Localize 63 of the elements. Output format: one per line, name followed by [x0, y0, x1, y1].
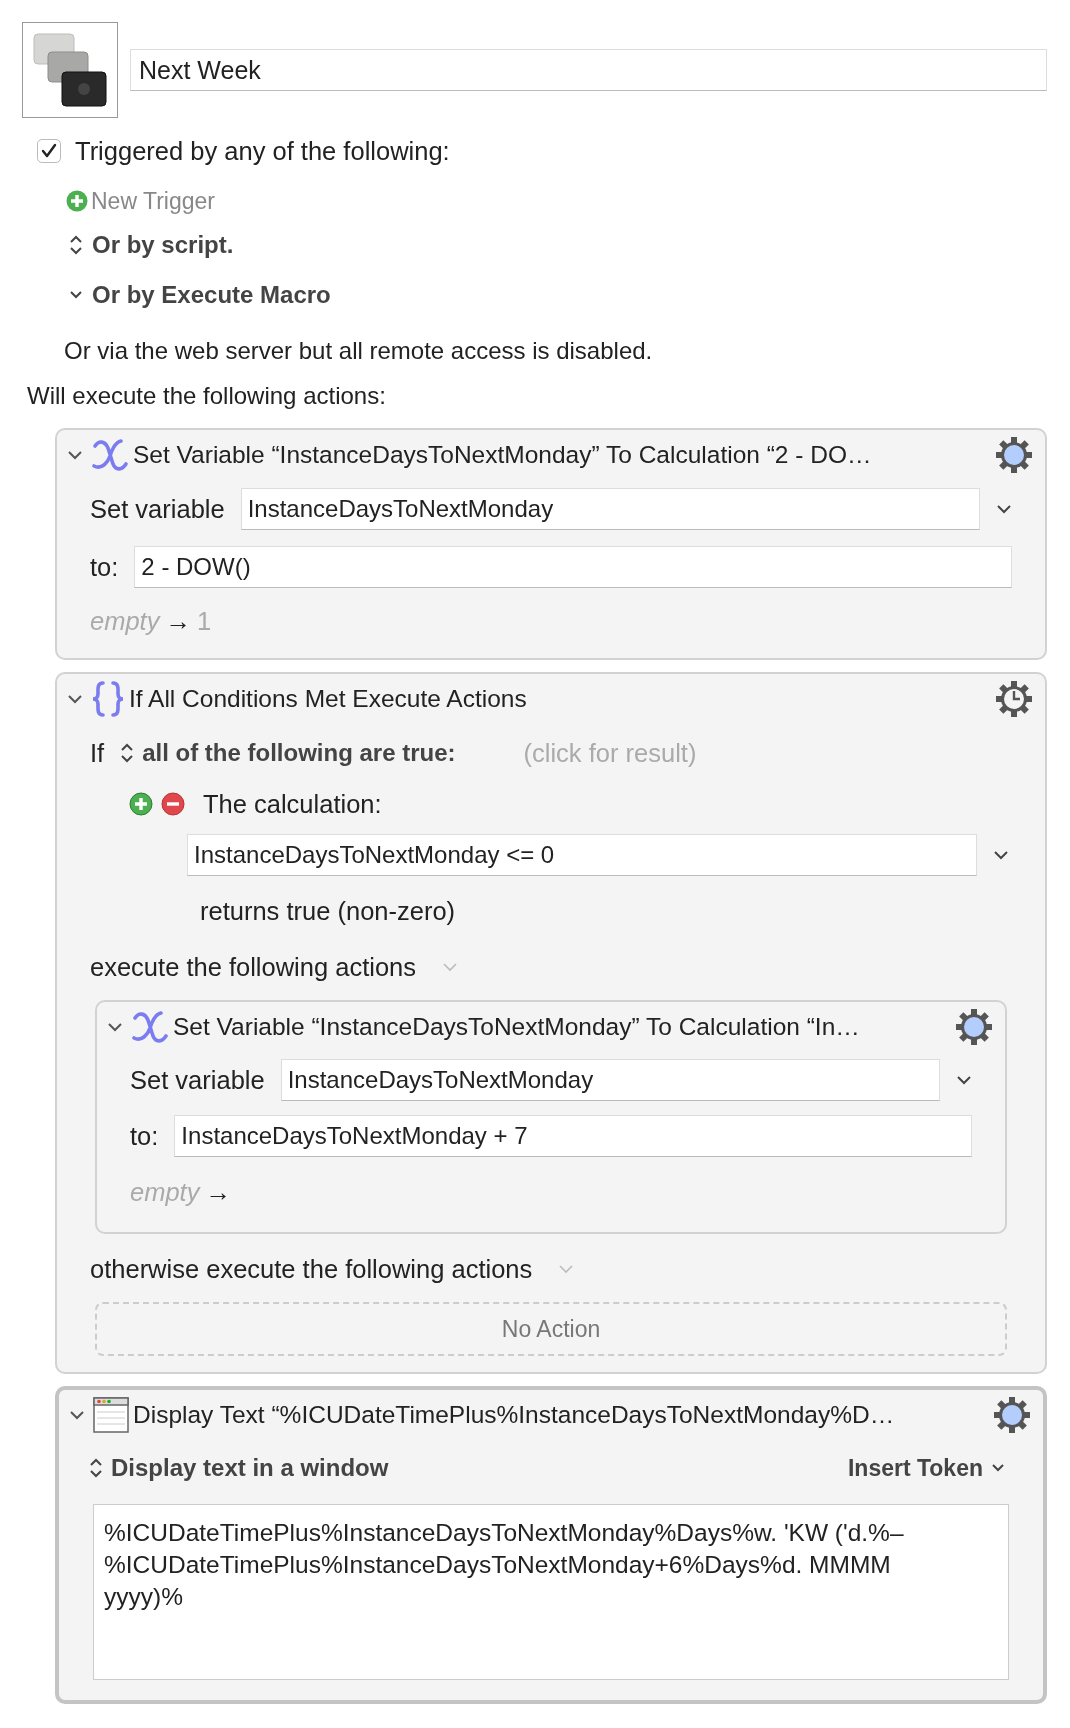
variable-field[interactable]: InstanceDaysToNextMonday [240, 488, 980, 530]
to-label: to: [130, 1121, 159, 1151]
returns-label: returns true (non-zero) [199, 895, 457, 927]
calculation-field[interactable]: InstanceDaysToNextMonday <= 0 [187, 834, 977, 876]
arrow: → [205, 1177, 231, 1207]
gear-icon[interactable] [955, 1008, 993, 1046]
display-mode-popup[interactable]: Display text in a window [111, 1454, 389, 1482]
macro-icon[interactable] [22, 22, 118, 118]
action-card[interactable] [55, 1386, 1047, 1704]
action-title[interactable]: Display Text “%ICUDateTimePlus%InstanceDaysToNextMonday%D… [133, 1401, 895, 1429]
variable-field[interactable]: InstanceDaysToNextMonday [280, 1059, 940, 1101]
trigger-label: Triggered by any of the following: [75, 136, 450, 166]
variable-icon [131, 1010, 169, 1044]
empty-label: empty [130, 1177, 200, 1207]
variable-icon [91, 438, 129, 472]
to-label: to: [90, 552, 119, 582]
text-area[interactable]: %ICUDateTimePlus%InstanceDaysToNextMonday%Days%w. 'KW ('d.%– %ICUDateTimePlus%InstanceDaysToNextMonday+6%Days%d. MMMM yyyy)% [93, 1504, 1009, 1680]
empty-label: empty [90, 606, 160, 636]
remove-icon[interactable] [161, 792, 185, 816]
then-label: execute the following actions [90, 952, 417, 982]
set-variable-label: Set variable [90, 494, 225, 524]
trigger-checkbox[interactable] [37, 139, 61, 163]
gear-icon[interactable] [995, 436, 1033, 474]
add-icon[interactable] [66, 190, 88, 212]
insert-token-button[interactable]: Insert Token [847, 1454, 1005, 1482]
set-variable-label: Set variable [130, 1065, 265, 1095]
caret-icon[interactable] [993, 849, 1009, 861]
calculation-field[interactable]: 2 - DOW() [134, 546, 1012, 588]
text-line: %ICUDateTimePlus%InstanceDaysToNextMonday+6%Days%d. MMMM [104, 1550, 892, 1580]
window-icon [93, 1397, 129, 1433]
action-card[interactable] [55, 672, 1047, 1374]
new-trigger-button[interactable]: New Trigger [88, 187, 215, 215]
action-card[interactable]: Set Variable “InstanceDaysToNextMonday” To Calculation “In… Set variable InstanceDaysToNextMonday to: InstanceDaysToNextMonday + 7 empty → [95, 1000, 1007, 1234]
up-down-icon[interactable] [120, 742, 135, 764]
add-icon[interactable] [129, 792, 153, 816]
no-action-placeholder: No Action [95, 1302, 1007, 1356]
trigger-option[interactable]: Or by script. [92, 231, 234, 259]
arrow: → [165, 606, 191, 636]
up-down-icon[interactable] [89, 1457, 103, 1479]
text-line: yyyy)% [104, 1582, 184, 1612]
action-title[interactable]: Set Variable “InstanceDaysToNextMonday” To Calculation “2 - DO… [133, 441, 872, 469]
gear-icon[interactable] [995, 680, 1033, 718]
macro-name-field[interactable]: Next Week [130, 49, 1047, 91]
text-line: %ICUDateTimePlus%InstanceDaysToNextMonday%Days%w. 'KW ('d.%– [104, 1518, 905, 1548]
caret-icon[interactable] [991, 1463, 1005, 1473]
action-card[interactable]: Set Variable “InstanceDaysToNextMonday” To Calculation “2 - DO… Set variable InstanceDaysToNextMonday to: 2 - DOW() empty → 1 [55, 428, 1047, 660]
action-title[interactable]: If All Conditions Met Execute Actions [129, 685, 527, 713]
gear-icon[interactable] [993, 1396, 1031, 1434]
up-down-icon[interactable] [69, 234, 83, 256]
caret-icon[interactable] [996, 503, 1012, 515]
web-server-note: Or via the web server but all remote access is disabled. [63, 336, 654, 366]
calculation-field[interactable]: InstanceDaysToNextMonday + 7 [174, 1115, 972, 1157]
condition-mode-popup[interactable]: all of the following are true: [142, 739, 456, 767]
condition-label: The calculation: [203, 789, 382, 819]
braces-icon [91, 681, 125, 717]
result-value: 1 [196, 606, 212, 636]
actions-heading: Will execute the following actions: [26, 381, 387, 411]
else-label: otherwise execute the following actions [90, 1254, 533, 1284]
if-label: If [90, 738, 105, 768]
trigger-option[interactable]: Or by Execute Macro [92, 281, 331, 309]
action-title[interactable]: Set Variable “InstanceDaysToNextMonday” To Calculation “In… [173, 1013, 860, 1041]
chevron-down-icon[interactable] [69, 290, 83, 300]
caret-icon[interactable] [956, 1074, 972, 1086]
